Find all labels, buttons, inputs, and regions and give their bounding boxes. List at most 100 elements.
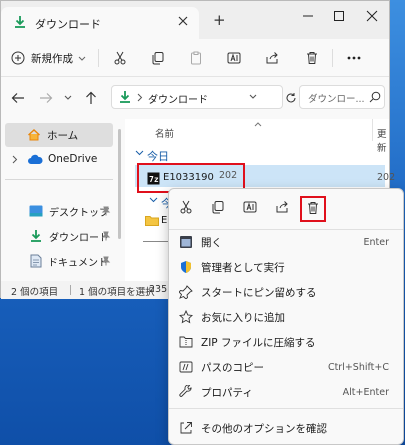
share-icon[interactable]: [275, 200, 289, 214]
open-icon: [180, 236, 192, 248]
menu-item-open[interactable]: 開く Enter: [169, 230, 403, 255]
up-arrow-icon[interactable]: [85, 91, 97, 105]
menu-item-shortcut: Enter: [363, 237, 390, 248]
download-icon: [118, 90, 132, 104]
download-folder-icon: [13, 15, 27, 29]
folder-icon: [145, 215, 159, 226]
tab-title: ダウンロード: [35, 18, 101, 31]
folder-name-partial[interactable]: E: [161, 215, 167, 226]
rename-icon[interactable]: [243, 200, 257, 214]
forward-arrow-icon[interactable]: [39, 92, 53, 104]
breadcrumb-path[interactable]: ダウンロード: [148, 91, 208, 106]
close-window-button[interactable]: [357, 3, 387, 29]
menu-item-label: パスのコピー: [201, 362, 264, 374]
group-header-today[interactable]: 今日: [147, 148, 169, 164]
scissors-icon: [114, 51, 126, 65]
copy-button[interactable]: [147, 43, 169, 73]
trash-icon: [307, 52, 317, 64]
menu-item-label: お気に入りに追加: [201, 312, 285, 324]
delete-button[interactable]: [301, 43, 323, 73]
paste-button[interactable]: [185, 43, 207, 73]
address-bar[interactable]: ダウンロード: [111, 85, 283, 109]
group-collapse-icon[interactable]: [149, 197, 158, 203]
rename-icon: [227, 52, 241, 64]
cut-icon[interactable]: [179, 200, 193, 214]
sort-chevron-icon: [253, 121, 263, 127]
back-arrow-icon[interactable]: [11, 92, 25, 104]
copy-icon[interactable]: [211, 200, 225, 214]
tab-downloads[interactable]: ダウンロード: [1, 7, 199, 39]
copy-icon: [152, 52, 164, 65]
nav-documents-label: ドキュメント: [48, 257, 108, 269]
status-divider: [70, 285, 71, 295]
new-button-label: 新規作成: [31, 52, 73, 65]
nav-desktop-label: デスクトップ: [49, 207, 109, 219]
command-bar: 新規作成: [1, 39, 389, 77]
refresh-icon[interactable]: [285, 92, 297, 104]
selected-size: 235: [149, 284, 168, 295]
address-row: ダウンロード ダウンロー...: [1, 77, 389, 119]
context-menu: 開く Enter 管理者として実行 スタートにピン留めする お気に入りに追加 Z…: [168, 188, 404, 445]
menu-item-label: その他のオプションを確認: [201, 423, 327, 435]
menu-item-properties[interactable]: プロパティ Alt+Enter: [169, 380, 403, 405]
nav-item-home[interactable]: ホーム: [5, 123, 113, 147]
plus-circle-icon: [11, 51, 25, 65]
trash-icon[interactable]: [306, 201, 320, 215]
svg-text:7z: 7z: [149, 175, 159, 184]
pin-icon: [179, 285, 193, 299]
minimize-button[interactable]: [293, 3, 323, 29]
zip-folder-icon: [179, 336, 193, 348]
rename-button[interactable]: [223, 43, 245, 73]
desktop-folder-icon: [29, 205, 43, 217]
menu-item-label: 開く: [201, 237, 222, 249]
nav-item-downloads[interactable]: ダウンロード: [5, 224, 113, 248]
maximize-button[interactable]: [324, 3, 354, 29]
quick-actions-bar: [169, 189, 403, 227]
menu-item-shortcut: Alt+Enter: [342, 387, 389, 398]
title-bar: ダウンロード +: [1, 1, 389, 39]
nav-item-desktop[interactable]: デスクトップ: [5, 199, 113, 223]
breadcrumb-chevron-icon: [136, 93, 144, 102]
menu-item-label: ZIP ファイルに圧縮する: [201, 337, 316, 349]
nav-scrollbar[interactable]: [118, 129, 121, 239]
menu-item-add-favorite[interactable]: お気に入りに追加: [169, 305, 403, 330]
nav-item-documents[interactable]: ドキュメント: [5, 249, 113, 273]
pin-icon: [101, 206, 111, 216]
address-dropdown-icon[interactable]: [248, 93, 258, 101]
star-icon: [179, 310, 193, 324]
file-name[interactable]: E1033190: [163, 172, 214, 183]
pin-icon: [101, 231, 111, 241]
column-divider[interactable]: [372, 119, 373, 141]
menu-item-compress-zip[interactable]: ZIP ファイルに圧縮する: [169, 330, 403, 355]
selected-count: 1 個の項目を選択: [79, 287, 155, 298]
column-header-name[interactable]: 名前: [155, 126, 174, 140]
navigation-pane: ホーム OneDrive デスクトップ ダウンロード ドキュメント: [1, 119, 125, 281]
share-button[interactable]: [261, 43, 283, 73]
nav-item-onedrive[interactable]: OneDrive: [5, 147, 113, 171]
nav-divider: [5, 179, 113, 180]
new-tab-button[interactable]: +: [213, 11, 226, 29]
menu-item-label: 管理者として実行: [201, 262, 285, 274]
menu-item-shortcut: Ctrl+Shift+C: [327, 362, 389, 373]
close-tab-icon[interactable]: [177, 15, 189, 27]
new-button[interactable]: 新規作成: [7, 43, 91, 73]
group-collapse-icon[interactable]: [135, 150, 144, 156]
menu-item-run-as-admin[interactable]: 管理者として実行: [169, 255, 403, 280]
recent-chevron-icon[interactable]: [63, 94, 73, 102]
cut-button[interactable]: [109, 43, 131, 73]
document-icon: [30, 254, 42, 268]
download-icon: [31, 230, 41, 242]
menu-item-more-options[interactable]: その他のオプションを確認: [169, 416, 403, 441]
column-header-modified[interactable]: 更新: [377, 126, 389, 154]
search-icon: [369, 91, 381, 103]
search-box[interactable]: ダウンロー...: [299, 85, 385, 109]
menu-item-label: スタートにピン留めする: [201, 287, 317, 299]
7zip-file-icon: 7z: [147, 172, 160, 185]
menu-item-copy-path[interactable]: パスのコピー Ctrl+Shift+C: [169, 355, 403, 380]
item-count: 2 個の項目: [11, 287, 59, 298]
external-link-icon: [180, 422, 192, 434]
more-options-icon[interactable]: [343, 43, 365, 73]
pin-icon: [101, 256, 111, 266]
share-icon: [266, 52, 278, 64]
menu-item-pin-to-start[interactable]: スタートにピン留めする: [169, 280, 403, 305]
